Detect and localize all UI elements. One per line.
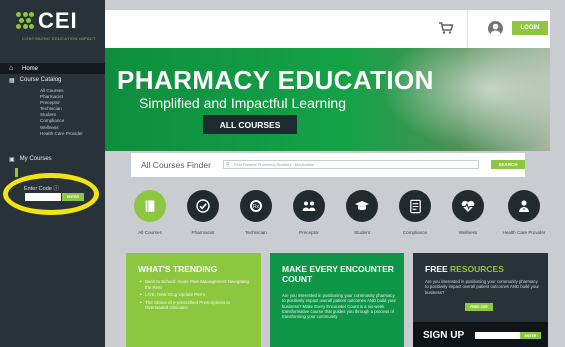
sidebar-catalog-label: Course Catalog bbox=[19, 77, 62, 83]
trending-item[interactable]: LIVE: New Drug Update Perm bbox=[140, 292, 252, 298]
sidebar-home-label: Home bbox=[22, 65, 39, 72]
search-button[interactable]: SEARCH bbox=[491, 160, 525, 169]
sidebar-item-home[interactable]: ⌂ Home bbox=[0, 63, 105, 74]
category-all-courses[interactable]: All Courses bbox=[125, 190, 175, 235]
logo-dots-icon bbox=[16, 12, 34, 30]
graduation-cap-icon bbox=[346, 190, 378, 222]
encounter-body: Are you interested in positioning your c… bbox=[282, 293, 396, 320]
svg-text:Rx: Rx bbox=[253, 204, 260, 210]
checklist-icon bbox=[399, 190, 431, 222]
highlight-circle-annotation bbox=[3, 173, 99, 215]
logo-tagline: CONTINUING EDUCATION IMPACT bbox=[22, 36, 96, 41]
category-health-care-provider[interactable]: Health Care Provider bbox=[499, 190, 549, 235]
home-icon: ⌂ bbox=[9, 65, 14, 72]
trending-list: Back to School: Acute Pain Management Na… bbox=[140, 279, 252, 313]
finder-label: All Courses Finder bbox=[141, 160, 211, 170]
heartbeat-icon bbox=[452, 190, 484, 222]
active-indicator bbox=[15, 168, 18, 177]
hero-photo bbox=[380, 48, 550, 151]
free-cee-button[interactable]: FREE CEE bbox=[465, 303, 493, 311]
top-bar: LOGIN bbox=[105, 10, 550, 48]
logo-text: CEI bbox=[38, 8, 78, 33]
sidebar-item-course-catalog[interactable]: ▦ Course Catalog bbox=[9, 77, 61, 84]
user-avatar-icon[interactable] bbox=[488, 21, 503, 36]
hero-banner: PHARMACY EDUCATION Simplified and Impact… bbox=[105, 48, 550, 151]
resources-card: FREE RESOURCES Are you interested in pos… bbox=[413, 253, 548, 347]
shopping-cart-icon[interactable] bbox=[439, 22, 453, 34]
my-courses-icon: ▣ bbox=[9, 157, 15, 163]
rx-seal-icon: Rx bbox=[240, 190, 272, 222]
divider bbox=[467, 10, 468, 48]
book-icon bbox=[134, 190, 166, 222]
category-preceptor[interactable]: Preceptor bbox=[284, 190, 334, 235]
category-pharmacist[interactable]: Pharmacist bbox=[178, 190, 228, 235]
sidebar-subitem-health-care-provider[interactable]: Health Care Provider bbox=[40, 131, 83, 137]
category-student[interactable]: Student bbox=[337, 190, 387, 235]
trending-item[interactable]: The Status of e-prescribed Prescriptions… bbox=[140, 300, 252, 311]
trending-title: WHAT'S TRENDING bbox=[138, 264, 218, 274]
encounter-title: MAKE EVERY ENCOUNTER COUNT bbox=[282, 264, 394, 284]
all-courses-button[interactable]: ALL COURSES bbox=[203, 115, 297, 134]
catalog-icon: ▦ bbox=[9, 78, 15, 84]
hero-subtitle: Simplified and Impactful Learning bbox=[139, 95, 347, 111]
doctor-icon bbox=[508, 190, 540, 222]
catalog-submenu: All Courses Pharmacist Preceptor Technic… bbox=[40, 88, 83, 137]
category-icons: All Courses Pharmacist Rx Technician Pre… bbox=[125, 190, 555, 245]
category-compliance[interactable]: Compliance bbox=[390, 190, 440, 235]
trending-card: WHAT'S TRENDING Back to School: Acute Pa… bbox=[126, 253, 261, 347]
hero-title: PHARMACY EDUCATION bbox=[117, 65, 434, 95]
sidebar-item-my-courses[interactable]: ▣ My Courses bbox=[9, 156, 52, 163]
course-finder: All Courses Finder ⚲ Find Federal Pharma… bbox=[131, 153, 525, 177]
finder-placeholder: Find Federal Pharmacy Statutes - Medicat… bbox=[234, 162, 315, 167]
cei-logo[interactable]: CEI CONTINUING EDUCATION IMPACT bbox=[8, 6, 98, 52]
category-wellness[interactable]: Wellness bbox=[443, 190, 493, 235]
encounter-card: MAKE EVERY ENCOUNTER COUNT Are you inter… bbox=[270, 253, 404, 347]
finder-search-input[interactable]: ⚲ Find Federal Pharmacy Statutes - Medic… bbox=[223, 160, 479, 169]
resources-title: FREE RESOURCES bbox=[425, 264, 504, 274]
category-technician[interactable]: Rx Technician bbox=[231, 190, 281, 235]
signup-section: SIGN UP ENTER bbox=[413, 322, 548, 347]
login-button[interactable]: LOGIN bbox=[512, 21, 548, 35]
search-icon: ⚲ bbox=[226, 162, 230, 168]
sidebar: CEI CONTINUING EDUCATION IMPACT ⌂ Home ▦… bbox=[0, 0, 105, 347]
resources-body: Are you interested in positioning your c… bbox=[425, 279, 539, 295]
sidebar-my-courses-label: My Courses bbox=[19, 156, 52, 162]
group-icon bbox=[293, 190, 325, 222]
trending-item[interactable]: Back to School: Acute Pain Management Na… bbox=[140, 279, 252, 290]
check-badge-icon bbox=[187, 190, 219, 222]
signup-email-input[interactable] bbox=[475, 332, 520, 339]
signup-enter-button[interactable]: ENTER bbox=[520, 332, 541, 339]
signup-title: SIGN UP bbox=[423, 330, 465, 341]
